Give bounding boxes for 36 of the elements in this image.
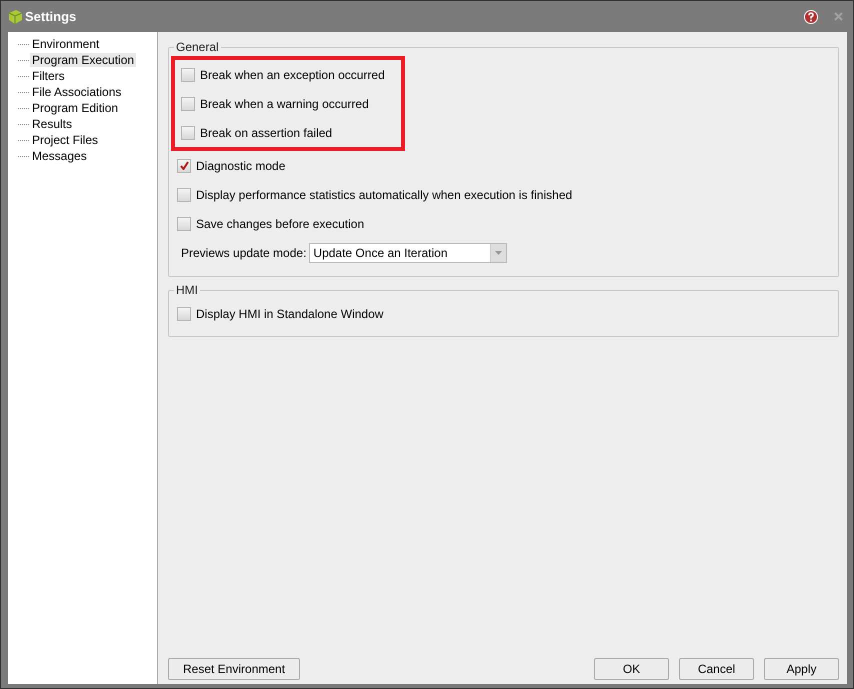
tree-item[interactable]: Filters	[30, 69, 67, 83]
checkbox[interactable]	[181, 126, 195, 140]
checkbox[interactable]	[177, 188, 191, 202]
window-title: Settings	[25, 9, 76, 24]
help-icon[interactable]	[804, 10, 818, 24]
dialog-button[interactable]: Cancel	[679, 658, 754, 680]
dialog-button[interactable]: Apply	[764, 658, 839, 680]
checkbox[interactable]	[181, 68, 195, 82]
tree-item[interactable]: Results	[30, 117, 74, 131]
tree-item[interactable]: Program Execution	[30, 53, 136, 67]
close-icon[interactable]	[834, 12, 843, 21]
checkbox-label: Diagnostic mode	[196, 158, 286, 172]
tree-item[interactable]: Messages	[30, 149, 89, 163]
mode-dropdown[interactable]: Update Once an Iteration	[309, 243, 508, 263]
checkbox-label: Break when a warning occurred	[200, 96, 369, 110]
tree-item[interactable]: Environment	[30, 37, 102, 51]
caret-icon	[495, 251, 502, 255]
field-label: Previews update mode:	[181, 246, 306, 260]
checkbox-label: Display HMI in Standalone Window	[196, 306, 384, 320]
tree-item[interactable]: Project Files	[30, 133, 100, 147]
checkbox-label: Break when an exception occurred	[200, 68, 385, 82]
group-title: HMI	[175, 283, 199, 297]
cube-icon	[7, 8, 23, 24]
tree-item[interactable]: File Associations	[30, 85, 124, 99]
check-icon	[180, 161, 188, 170]
checkbox[interactable]	[181, 96, 195, 110]
checkbox[interactable]	[177, 158, 191, 172]
tree-item[interactable]: Program Edition	[30, 101, 120, 115]
checkbox-label: Display performance statistics automatically when execution is finished	[196, 188, 572, 202]
checkbox[interactable]	[177, 306, 191, 320]
checkbox-label: Break on assertion failed	[200, 126, 332, 140]
checkbox[interactable]	[177, 216, 191, 230]
reset-button[interactable]: Reset Environment	[168, 658, 300, 680]
dialog-button[interactable]: OK	[594, 658, 669, 680]
group-title: General	[175, 40, 220, 54]
checkbox-label: Save changes before execution	[196, 216, 364, 230]
